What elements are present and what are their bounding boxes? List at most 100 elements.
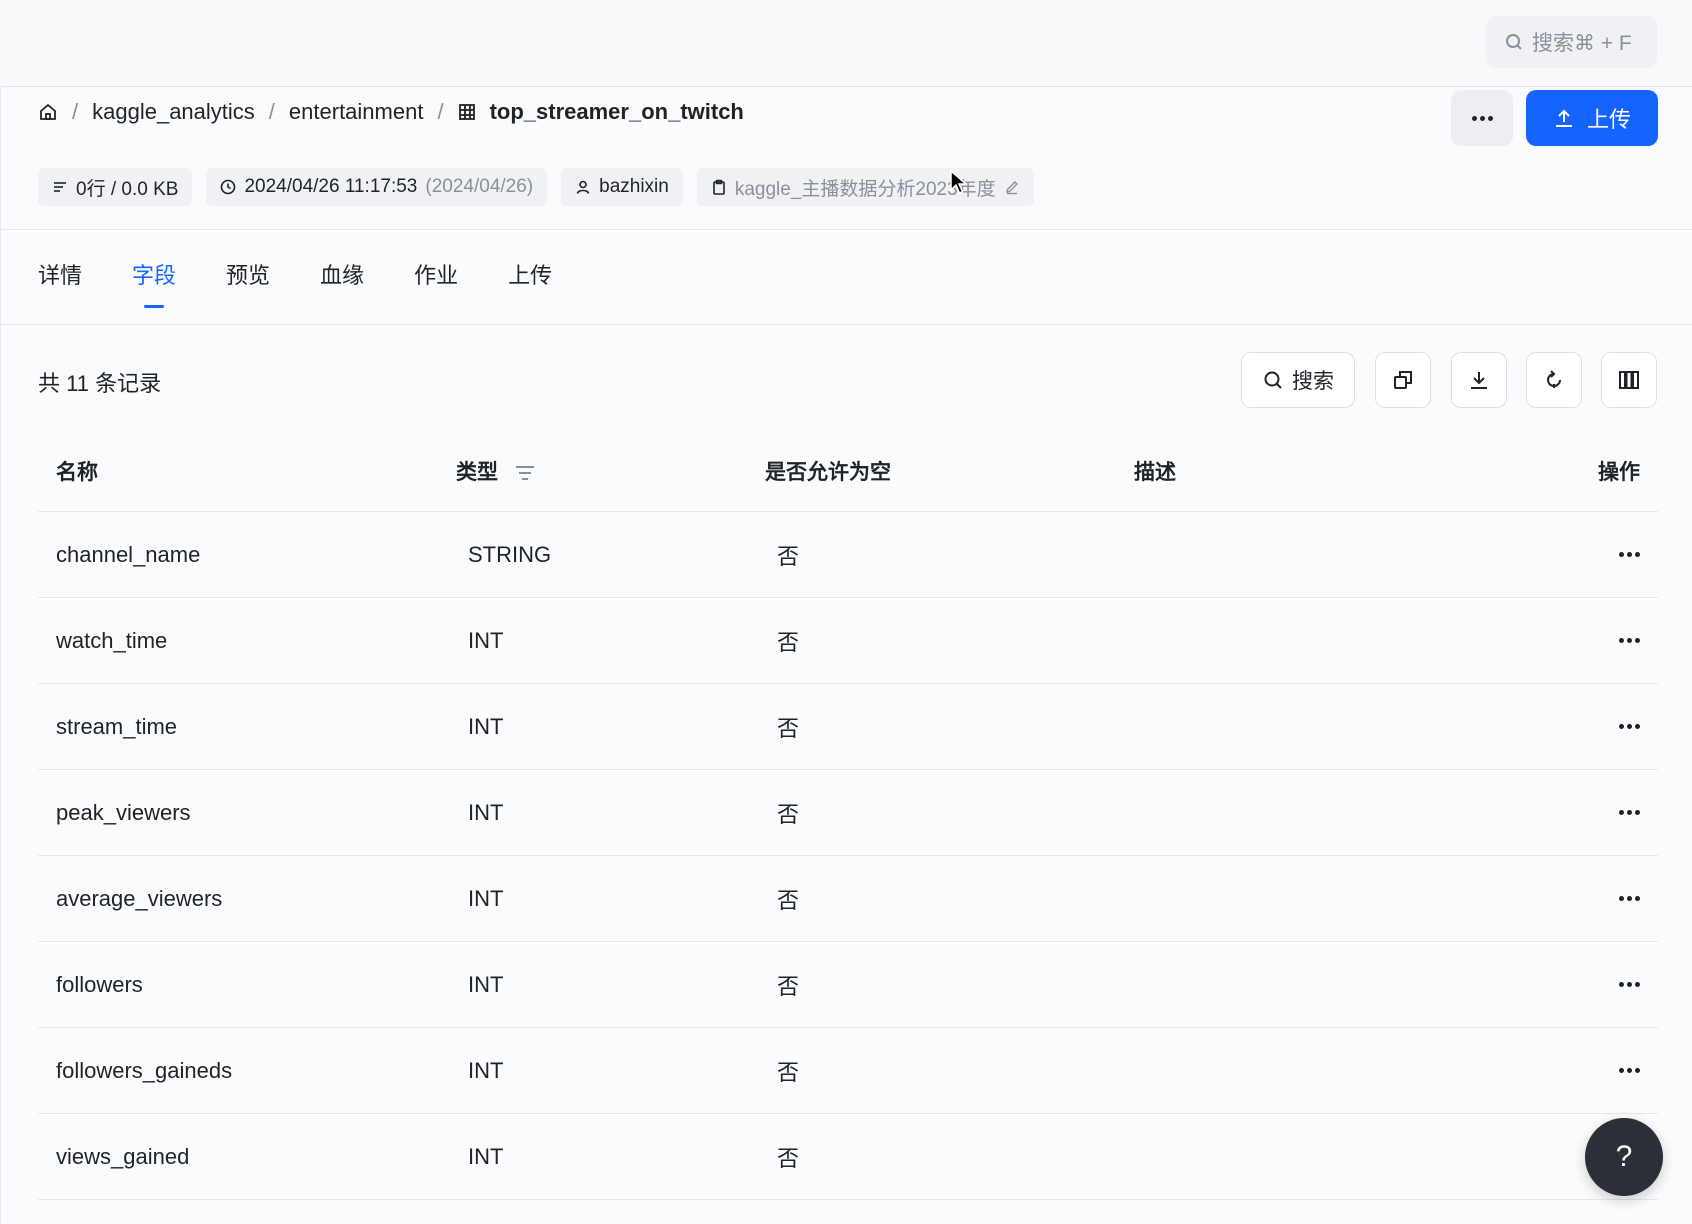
field-name: peak_viewers — [56, 799, 191, 825]
meta-timestamp: 2024/04/26 11:17:53 (2024/04/26) — [206, 168, 548, 206]
field-name: stream_time — [56, 713, 178, 739]
breadcrumb-separator: / — [437, 99, 444, 124]
row-more-icon[interactable] — [1619, 552, 1640, 557]
breadcrumb-item-schema[interactable]: entertainment — [289, 99, 424, 125]
row-more-icon[interactable] — [1619, 810, 1640, 815]
breadcrumb-separator: / — [268, 99, 275, 124]
more-icon — [1471, 115, 1493, 121]
clipboard-icon — [713, 179, 725, 195]
refresh-button[interactable] — [1526, 352, 1582, 408]
field-type: INT — [468, 1143, 504, 1169]
download-button[interactable] — [1451, 352, 1507, 408]
search-fields-button[interactable]: 搜索 — [1241, 352, 1355, 408]
row-more-icon[interactable] — [1619, 982, 1640, 987]
field-name: followers_gaineds — [56, 1057, 233, 1083]
tab-fields[interactable]: 字段 — [132, 258, 176, 308]
upload-button[interactable]: 上传 — [1526, 90, 1658, 146]
copy-icon — [1394, 371, 1412, 389]
upload-icon — [1555, 109, 1572, 127]
columns-button[interactable] — [1601, 352, 1657, 408]
table-row: followers INT 否 — [38, 942, 1658, 1028]
row-actions-cell — [1434, 552, 1658, 557]
row-actions-cell — [1434, 810, 1658, 815]
table-row: views_gained INT 否 — [38, 1114, 1658, 1200]
meta-row: 0行 / 0.0 KB 2024/04/26 11:17:53 (2024/04… — [38, 168, 1034, 206]
table-row: watch_time INT 否 — [38, 598, 1658, 684]
field-type: INT — [468, 713, 504, 739]
top-bar: 搜索⌘ + F — [0, 0, 1692, 86]
header-name: 名称 — [56, 460, 98, 484]
field-name: average_viewers — [56, 885, 223, 911]
field-nullable: 否 — [777, 1145, 800, 1171]
filter-icon[interactable] — [514, 463, 536, 483]
field-name: channel_name — [56, 541, 201, 567]
upload-button-label: 上传 — [1586, 107, 1631, 132]
home-icon[interactable] — [38, 102, 58, 122]
field-type: INT — [468, 1057, 504, 1083]
global-search-label: 搜索⌘ + F — [1532, 32, 1632, 55]
row-actions-cell — [1434, 982, 1658, 987]
tab-upload[interactable]: 上传 — [508, 258, 552, 298]
row-actions-cell — [1434, 638, 1658, 643]
row-more-icon[interactable] — [1619, 638, 1640, 643]
table-row: channel_name STRING 否 — [38, 512, 1658, 598]
tab-divider — [0, 324, 1692, 325]
field-name: views_gained — [56, 1143, 190, 1169]
field-nullable: 否 — [777, 715, 800, 741]
table-row: peak_viewers INT 否 — [38, 770, 1658, 856]
header-ops: 操作 — [1598, 460, 1640, 484]
tab-preview[interactable]: 预览 — [226, 258, 270, 298]
field-name: watch_time — [56, 627, 168, 653]
edit-icon[interactable] — [1004, 179, 1020, 195]
search-icon — [1506, 34, 1522, 50]
header-desc: 描述 — [1134, 460, 1176, 484]
tab-jobs[interactable]: 作业 — [414, 258, 458, 298]
breadcrumb-current-table: top_streamer_on_twitch — [489, 99, 744, 124]
owner-text: bazhixin — [599, 176, 669, 197]
meta-description: kaggle_主播数据分析2023年度 — [696, 168, 1034, 206]
record-count: 共 11 条记录 — [38, 371, 162, 396]
table-row: average_viewers INT 否 — [38, 856, 1658, 942]
more-actions-button[interactable] — [1451, 90, 1513, 146]
row-more-icon[interactable] — [1619, 896, 1640, 901]
clock-icon — [221, 179, 236, 195]
user-icon — [576, 180, 590, 194]
header-divider — [0, 229, 1692, 230]
copy-button[interactable] — [1375, 352, 1431, 408]
field-type: INT — [468, 885, 504, 911]
help-button[interactable]: ? — [1585, 1118, 1663, 1196]
meta-rows-size: 0行 / 0.0 KB — [38, 168, 193, 206]
mouse-cursor-icon — [950, 170, 968, 195]
breadcrumb-item-catalog[interactable]: kaggle_analytics — [92, 99, 255, 125]
breadcrumb: / kaggle_analytics / entertainment / top… — [38, 96, 744, 128]
rows-size-text: 0行 / 0.0 KB — [76, 178, 179, 200]
header-nullable: 是否允许为空 — [765, 460, 891, 484]
tab-lineage[interactable]: 血缘 — [320, 258, 364, 298]
field-type: INT — [468, 971, 504, 997]
row-more-icon[interactable] — [1619, 724, 1640, 729]
field-nullable: 否 — [777, 801, 800, 827]
field-nullable: 否 — [777, 1059, 800, 1085]
global-search-button[interactable]: 搜索⌘ + F — [1486, 16, 1657, 68]
table-header: 名称 类型 是否允许为空 描述 操作 — [38, 430, 1658, 512]
header-type-cell: 类型 — [456, 456, 765, 486]
row-actions-cell — [1434, 896, 1658, 901]
table-icon — [458, 103, 476, 121]
field-name: followers — [56, 971, 143, 997]
table-row: followers_gaineds INT 否 — [38, 1028, 1658, 1114]
header-type: 类型 — [456, 460, 498, 484]
row-actions-cell — [1434, 1068, 1658, 1073]
timestamp-date-short: (2024/04/26) — [425, 176, 534, 197]
columns-icon — [1619, 371, 1639, 389]
field-nullable: 否 — [777, 887, 800, 913]
tab-details[interactable]: 详情 — [38, 258, 82, 298]
row-more-icon[interactable] — [1619, 1068, 1640, 1073]
timestamp-text: 2024/04/26 11:17:53 — [244, 176, 418, 197]
search-fields-label: 搜索 — [1292, 370, 1334, 393]
fields-table: 名称 类型 是否允许为空 描述 操作 channel_name STRING 否 wa… — [38, 430, 1658, 1200]
refresh-icon — [1547, 370, 1561, 388]
field-type: INT — [468, 799, 504, 825]
meta-owner: bazhixin — [561, 168, 683, 206]
field-type: STRING — [468, 541, 552, 567]
tab-bar: 详情 字段 预览 血缘 作业 上传 — [38, 258, 602, 308]
